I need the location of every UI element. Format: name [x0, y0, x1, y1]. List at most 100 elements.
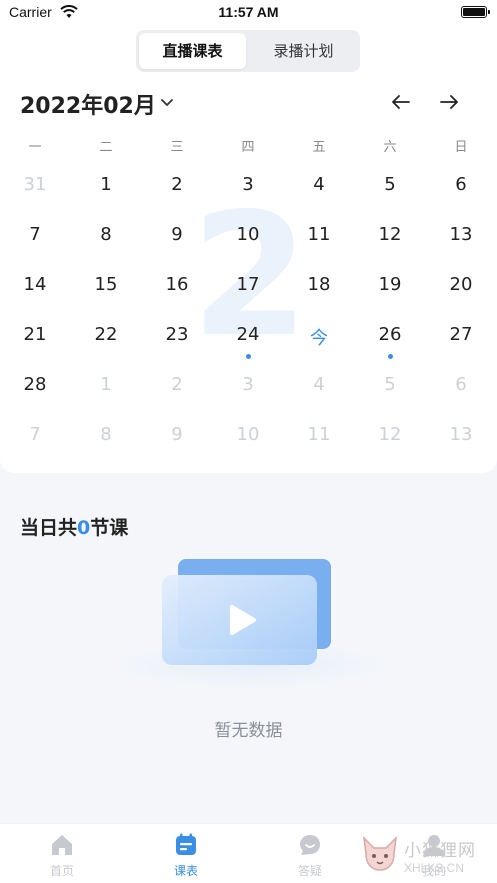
calendar-day-number: 3 [242, 174, 254, 195]
calendar-day[interactable]: 26 [360, 324, 420, 359]
calendar-day[interactable]: 17 [218, 274, 278, 295]
month-picker-label[interactable]: 2022年02月 [20, 88, 156, 120]
calendar-day[interactable]: 20 [431, 274, 491, 295]
calendar-day-number: 20 [449, 274, 473, 295]
calendar-day-number: 4 [313, 174, 325, 195]
calendar-day[interactable]: 12 [360, 424, 420, 445]
calendar-day-today[interactable]: 今 [289, 324, 349, 350]
calendar-day[interactable]: 8 [76, 424, 136, 445]
calendar-icon [176, 833, 196, 855]
calendar-day[interactable]: 22 [76, 324, 136, 345]
calendar-day-number: 10 [236, 224, 260, 245]
tab-label-home: 首页 [49, 864, 74, 878]
status-bar: Carrier 11:57 AM [0, 0, 497, 26]
tab-qa[interactable]: 答疑 [270, 832, 350, 879]
calendar-day[interactable]: 19 [360, 274, 420, 295]
class-count-summary: 当日共0节课 [20, 513, 128, 540]
calendar-day[interactable]: 2 [147, 374, 207, 395]
calendar-day[interactable]: 10 [218, 424, 278, 445]
calendar-day-number: 7 [29, 424, 41, 445]
calendar-day[interactable]: 6 [431, 174, 491, 195]
calendar-day-number: 15 [94, 274, 118, 295]
calendar-day[interactable]: 27 [431, 324, 491, 345]
weekday-label: 四 [241, 140, 255, 155]
calendar-day-number: 9 [171, 224, 183, 245]
class-count: 0 [77, 517, 91, 539]
calendar-day-number: 28 [23, 374, 47, 395]
calendar-day-number: 24 [236, 324, 260, 345]
class-indicator-dot [388, 354, 393, 359]
calendar-day-number: 22 [94, 324, 118, 345]
calendar-day[interactable]: 11 [289, 424, 349, 445]
watermark-text: 小狐狸网 [404, 841, 476, 861]
calendar-day-number: 18 [307, 274, 331, 295]
arrow-left-icon[interactable] [390, 92, 412, 112]
calendar-day-number: 23 [165, 324, 189, 345]
calendar-day[interactable]: 4 [289, 374, 349, 395]
calendar-day-number: 19 [378, 274, 402, 295]
calendar-day[interactable]: 8 [76, 224, 136, 245]
tab-home[interactable]: 首页 [22, 832, 102, 879]
calendar-day[interactable]: 7 [5, 424, 65, 445]
calendar-day-number: 27 [449, 324, 473, 345]
calendar-day[interactable]: 18 [289, 274, 349, 295]
calendar-day[interactable]: 6 [431, 374, 491, 395]
calendar-day[interactable]: 28 [5, 374, 65, 395]
tab-recorded-plan[interactable]: 录播计划 [250, 33, 357, 69]
calendar-day[interactable]: 5 [360, 174, 420, 195]
calendar-day[interactable]: 2 [147, 174, 207, 195]
calendar-day-number: 1 [100, 374, 112, 395]
calendar-day-number: 17 [236, 274, 260, 295]
summary-prefix: 当日共 [20, 517, 78, 539]
calendar-day[interactable]: 12 [360, 224, 420, 245]
weekday-label: 六 [383, 140, 397, 155]
fox-logo-icon [362, 835, 398, 871]
calendar-day[interactable]: 23 [147, 324, 207, 345]
calendar-day[interactable]: 10 [218, 224, 278, 245]
calendar-day[interactable]: 21 [5, 324, 65, 345]
calendar-day-number: 21 [23, 324, 47, 345]
calendar-day[interactable]: 4 [289, 174, 349, 195]
calendar-day-number: 6 [455, 174, 467, 195]
calendar-day-number: 8 [100, 424, 112, 445]
calendar-day[interactable]: 15 [76, 274, 136, 295]
calendar-day[interactable]: 31 [5, 174, 65, 195]
watermark-subtext: XHLKS.CN [404, 861, 465, 875]
tab-label-qa: 答疑 [297, 864, 322, 878]
calendar-day-number: 16 [165, 274, 189, 295]
calendar-day-number: 7 [29, 224, 41, 245]
calendar-day[interactable]: 11 [289, 224, 349, 245]
calendar-day-number: 2 [171, 174, 183, 195]
tab-schedule[interactable]: 课表 [146, 832, 226, 879]
calendar-day-number: 13 [449, 224, 473, 245]
calendar-day[interactable]: 13 [431, 424, 491, 445]
tab-live-schedule[interactable]: 直播课表 [139, 33, 246, 69]
calendar-day[interactable]: 3 [218, 374, 278, 395]
chevron-down-icon[interactable] [160, 97, 174, 107]
calendar-day-number: 10 [236, 424, 260, 445]
calendar-day-number: 8 [100, 224, 112, 245]
calendar-day-number: 4 [313, 374, 325, 395]
class-indicator-dot [246, 354, 251, 359]
calendar-day[interactable]: 9 [147, 424, 207, 445]
calendar-day-number: 今 [310, 328, 328, 349]
calendar-day[interactable]: 16 [147, 274, 207, 295]
calendar-day[interactable]: 5 [360, 374, 420, 395]
home-icon [52, 835, 72, 855]
calendar-day-number: 5 [384, 174, 396, 195]
schedule-type-switch: 直播课表 录播计划 [136, 30, 360, 72]
calendar-day-number: 14 [23, 274, 47, 295]
calendar-day[interactable]: 3 [218, 174, 278, 195]
calendar-day[interactable]: 1 [76, 174, 136, 195]
calendar-day[interactable]: 9 [147, 224, 207, 245]
calendar-day[interactable]: 7 [5, 224, 65, 245]
calendar-day[interactable]: 14 [5, 274, 65, 295]
calendar-day[interactable]: 1 [76, 374, 136, 395]
calendar-day-number: 2 [171, 374, 183, 395]
calendar-day[interactable]: 24 [218, 324, 278, 359]
weekday-header: 一二三四五六日 [0, 136, 497, 158]
calendar-day[interactable]: 13 [431, 224, 491, 245]
arrow-right-icon[interactable] [438, 92, 460, 112]
calendar-day-number: 31 [23, 174, 47, 195]
calendar-day-number: 1 [100, 174, 112, 195]
